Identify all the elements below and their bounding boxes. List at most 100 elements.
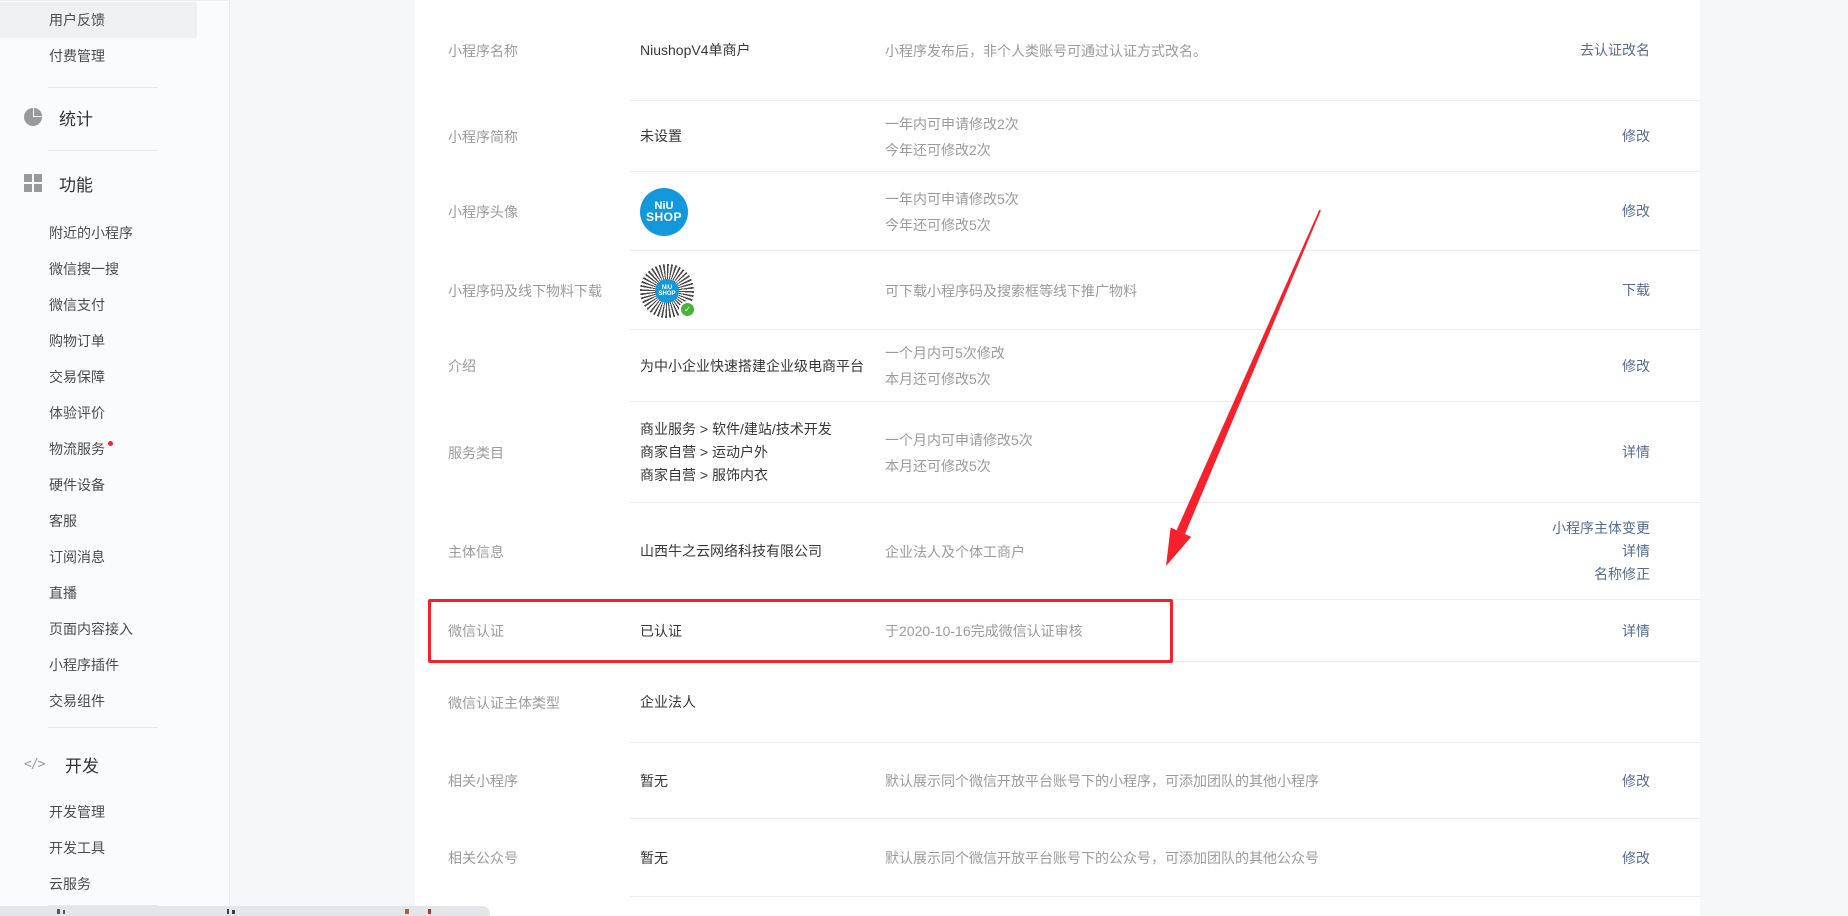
row-value: 暂无 bbox=[640, 743, 900, 819]
row-label: 服务类目 bbox=[448, 402, 633, 503]
sidebar-item-小程序插件[interactable]: 小程序插件 bbox=[0, 647, 229, 683]
row-value: 山西牛之云网络科技有限公司 bbox=[640, 503, 900, 600]
settings-row-小程序码及线下物料下载: 小程序码及线下物料下载NiUSHOP✓可下载小程序码及搜索框等线下推广物料下载 bbox=[415, 251, 1700, 330]
sidebar-item-硬件设备[interactable]: 硬件设备 bbox=[0, 467, 229, 503]
sidebar-item-用户反馈[interactable]: 用户反馈 bbox=[0, 2, 197, 38]
sidebar-nav: 用户反馈付费管理统计功能附近的小程序微信搜一搜微信支付购物订单交易保障体验评价物… bbox=[0, 0, 230, 916]
cutoff-text-marks bbox=[428, 909, 431, 914]
sidebar-item-label: 页面内容接入 bbox=[49, 619, 133, 639]
row-value: NiushopV4单商户 bbox=[640, 0, 900, 101]
action-link-下载[interactable]: 下载 bbox=[1622, 279, 1650, 302]
sidebar-item-label: 订阅消息 bbox=[49, 547, 105, 567]
settings-row-相关公众号: 相关公众号暂无默认展示同个微信开放平台账号下的公众号，可添加团队的其他公众号修改 bbox=[415, 819, 1700, 897]
sidebar-item-label: 微信支付 bbox=[49, 295, 105, 315]
row-label: 微信认证主体类型 bbox=[448, 662, 633, 743]
settings-row-小程序头像: 小程序头像NiUSHOP一年内可申请修改5次今年还可修改5次修改 bbox=[415, 172, 1700, 251]
action-link-详情[interactable]: 详情 bbox=[1622, 620, 1650, 643]
sidebar-item-直播[interactable]: 直播 bbox=[0, 575, 229, 611]
row-actions: 修改 bbox=[1622, 819, 1650, 897]
sidebar-section-功能[interactable]: 功能 bbox=[0, 161, 229, 205]
settings-row-小程序简称: 小程序简称未设置一年内可申请修改2次今年还可修改2次修改 bbox=[415, 101, 1700, 172]
cutoff-text-marks bbox=[405, 909, 409, 914]
sidebar-section-开发[interactable]: 开发 bbox=[0, 742, 229, 786]
action-link-小程序主体变更[interactable]: 小程序主体变更 bbox=[1552, 517, 1650, 540]
row-actions: 修改 bbox=[1622, 101, 1650, 172]
sidebar-section-统计[interactable]: 统计 bbox=[0, 95, 229, 139]
verified-badge-icon: ✓ bbox=[679, 301, 696, 318]
sidebar-item-交易组件[interactable]: 交易组件 bbox=[0, 683, 229, 719]
mini-program-qr-code: NiUSHOP✓ bbox=[640, 264, 694, 318]
row-description: 于2020-10-16完成微信认证审核 bbox=[885, 600, 1545, 662]
sidebar-divider bbox=[48, 727, 158, 728]
sidebar-item-交易保障[interactable]: 交易保障 bbox=[0, 359, 229, 395]
action-link-修改[interactable]: 修改 bbox=[1622, 847, 1650, 870]
row-value: 暂无 bbox=[640, 819, 900, 897]
action-link-修改[interactable]: 修改 bbox=[1622, 770, 1650, 793]
sidebar-item-订阅消息[interactable]: 订阅消息 bbox=[0, 539, 229, 575]
row-actions: 小程序主体变更详情名称修正 bbox=[1552, 503, 1650, 600]
sidebar-item-label: 开发管理 bbox=[49, 802, 105, 822]
sidebar-item-云服务[interactable]: 云服务 bbox=[0, 866, 229, 902]
action-link-修改[interactable]: 修改 bbox=[1622, 200, 1650, 223]
pie-chart-icon bbox=[24, 108, 42, 126]
row-actions: 详情 bbox=[1622, 402, 1650, 503]
row-label: 小程序头像 bbox=[448, 172, 633, 251]
sidebar-item-购物订单[interactable]: 购物订单 bbox=[0, 323, 229, 359]
row-description: 一年内可申请修改5次今年还可修改5次 bbox=[885, 172, 1545, 251]
sidebar-item-label: 用户反馈 bbox=[49, 10, 105, 30]
notification-dot bbox=[108, 441, 113, 446]
sidebar-item-label: 直播 bbox=[49, 583, 77, 603]
sidebar-item-开发工具[interactable]: 开发工具 bbox=[0, 830, 229, 866]
sidebar-item-label: 体验评价 bbox=[49, 403, 105, 423]
action-link-详情[interactable]: 详情 bbox=[1622, 441, 1650, 464]
row-label: 小程序码及线下物料下载 bbox=[448, 251, 633, 330]
sidebar-item-label: 物流服务 bbox=[49, 439, 105, 459]
qr-center-logo: NiUSHOP bbox=[655, 279, 679, 303]
sidebar-item-微信支付[interactable]: 微信支付 bbox=[0, 287, 229, 323]
row-description bbox=[885, 662, 1545, 743]
settings-row-主体信息: 主体信息山西牛之云网络科技有限公司企业法人及个体工商户小程序主体变更详情名称修正 bbox=[415, 503, 1700, 600]
code-icon bbox=[24, 755, 48, 773]
row-actions: 修改 bbox=[1622, 172, 1650, 251]
row-label: 相关小程序 bbox=[448, 743, 633, 819]
row-actions: 去认证改名 bbox=[1580, 0, 1650, 101]
row-description: 一个月内可申请修改5次本月还可修改5次 bbox=[885, 402, 1545, 503]
settings-row-介绍: 介绍为中小企业快速搭建企业级电商平台一个月内可5次修改本月还可修改5次修改 bbox=[415, 330, 1700, 402]
settings-row-微信认证主体类型: 微信认证主体类型企业法人 bbox=[415, 662, 1700, 743]
sidebar-item-label: 购物订单 bbox=[49, 331, 105, 351]
row-description: 可下载小程序码及搜索框等线下推广物料 bbox=[885, 251, 1545, 330]
sidebar-divider bbox=[48, 87, 158, 88]
sidebar-item-开发管理[interactable]: 开发管理 bbox=[0, 794, 229, 830]
sidebar-item-付费管理[interactable]: 付费管理 bbox=[0, 38, 229, 74]
sidebar-item-label: 小程序插件 bbox=[49, 655, 119, 675]
sidebar-item-label: 客服 bbox=[49, 511, 77, 531]
settings-row-小程序名称: 小程序名称NiushopV4单商户小程序发布后，非个人类账号可通过认证方式改名。… bbox=[415, 0, 1700, 101]
grid-icon bbox=[24, 174, 42, 192]
action-link-名称修正[interactable]: 名称修正 bbox=[1594, 563, 1650, 586]
sidebar-item-体验评价[interactable]: 体验评价 bbox=[0, 395, 229, 431]
row-value: 已认证 bbox=[640, 600, 900, 662]
row-description: 默认展示同个微信开放平台账号下的公众号，可添加团队的其他公众号 bbox=[885, 819, 1545, 897]
cutoff-text-marks bbox=[57, 909, 60, 914]
row-description: 企业法人及个体工商户 bbox=[885, 503, 1545, 600]
action-link-修改[interactable]: 修改 bbox=[1622, 125, 1650, 148]
row-actions: 修改 bbox=[1622, 330, 1650, 402]
action-link-修改[interactable]: 修改 bbox=[1622, 355, 1650, 378]
row-actions: 下载 bbox=[1622, 251, 1650, 330]
sidebar-section-label: 功能 bbox=[59, 171, 93, 196]
row-value: 为中小企业快速搭建企业级电商平台 bbox=[640, 330, 900, 402]
row-description: 默认展示同个微信开放平台账号下的小程序，可添加团队的其他小程序 bbox=[885, 743, 1545, 819]
settings-card: 小程序名称NiushopV4单商户小程序发布后，非个人类账号可通过认证方式改名。… bbox=[415, 0, 1700, 916]
row-actions: 详情 bbox=[1622, 600, 1650, 662]
action-link-去认证改名[interactable]: 去认证改名 bbox=[1580, 39, 1650, 62]
sidebar-item-微信搜一搜[interactable]: 微信搜一搜 bbox=[0, 251, 229, 287]
row-label: 主体信息 bbox=[448, 503, 633, 600]
sidebar-section-label: 统计 bbox=[59, 105, 93, 130]
sidebar-item-客服[interactable]: 客服 bbox=[0, 503, 229, 539]
sidebar-section-label: 开发 bbox=[65, 752, 99, 777]
sidebar-item-页面内容接入[interactable]: 页面内容接入 bbox=[0, 611, 229, 647]
row-label: 小程序名称 bbox=[448, 0, 633, 101]
sidebar-item-物流服务[interactable]: 物流服务 bbox=[0, 431, 229, 467]
action-link-详情[interactable]: 详情 bbox=[1622, 540, 1650, 563]
sidebar-item-附近的小程序[interactable]: 附近的小程序 bbox=[0, 215, 229, 251]
